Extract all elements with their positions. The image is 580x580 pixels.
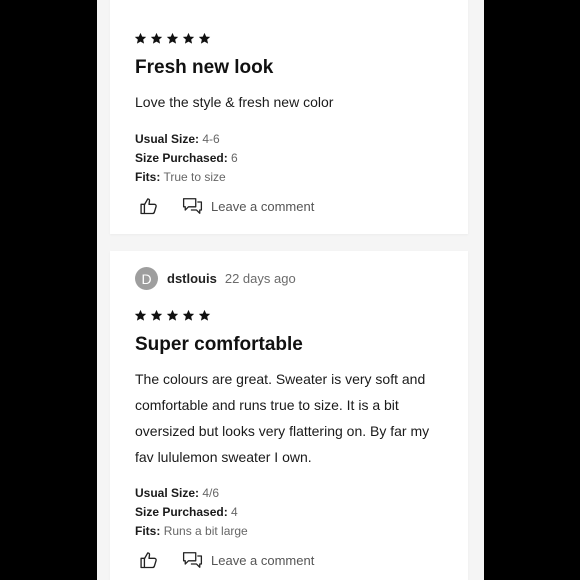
usual-size-row: Usual Size: 4-6 [135, 130, 220, 149]
comment-icon [182, 198, 203, 214]
fits-value: Runs a bit large [163, 524, 248, 538]
thumbs-up-icon [140, 552, 157, 569]
fits-label: Fits: [135, 170, 161, 184]
like-button[interactable] [138, 549, 160, 571]
review-title: Super comfortable [135, 334, 303, 355]
leave-comment-label: Leave a comment [211, 552, 315, 568]
review-actions: Leave a comment [138, 195, 314, 217]
review-actions: Leave a comment [138, 549, 314, 571]
star-icon [134, 309, 147, 321]
review-timestamp: 22 days ago [224, 271, 296, 286]
star-icon [166, 309, 179, 321]
size-purchased-value: 6 [231, 151, 238, 165]
reviews-page: Fresh new look Love the style & fresh ne… [97, 0, 484, 580]
review-title: Fresh new look [135, 57, 274, 78]
reviewer-info: D dstlouis 22 days ago [135, 267, 296, 290]
leave-comment-button[interactable]: Leave a comment [182, 196, 314, 216]
leave-comment-label: Leave a comment [211, 198, 315, 214]
star-rating [134, 32, 211, 45]
fits-row: Fits: Runs a bit large [135, 522, 248, 541]
size-purchased-value: 4 [231, 505, 238, 519]
usual-size-label: Usual Size: [135, 132, 200, 146]
star-icon [198, 32, 211, 44]
star-icon [134, 32, 147, 44]
review-card: D dstlouis 22 days ago Super comfortable… [110, 251, 468, 580]
usual-size-row: Usual Size: 4/6 [135, 484, 219, 503]
review-body: Love the style & fresh new color [135, 94, 334, 110]
star-icon [198, 309, 211, 321]
star-icon [182, 309, 195, 321]
fits-row: Fits: True to size [135, 168, 226, 187]
star-icon [166, 32, 179, 44]
fits-label: Fits: [135, 524, 161, 538]
star-rating [134, 309, 211, 322]
size-purchased-label: Size Purchased: [135, 151, 228, 165]
fits-value: True to size [163, 170, 226, 184]
star-icon [150, 309, 163, 321]
usual-size-value: 4/6 [202, 486, 220, 500]
star-icon [182, 32, 195, 44]
like-button[interactable] [138, 195, 160, 217]
size-purchased-row: Size Purchased: 4 [135, 503, 238, 522]
star-icon [150, 32, 163, 44]
usual-size-value: 4-6 [202, 132, 220, 146]
size-purchased-label: Size Purchased: [135, 505, 228, 519]
usual-size-label: Usual Size: [135, 486, 200, 500]
reviewer-username[interactable]: dstlouis [167, 271, 217, 286]
leave-comment-button[interactable]: Leave a comment [182, 550, 314, 570]
comment-icon [182, 552, 203, 568]
thumbs-up-icon [140, 198, 157, 215]
avatar: D [135, 267, 158, 290]
review-body: The colours are great. Sweater is very s… [135, 371, 430, 465]
size-purchased-row: Size Purchased: 6 [135, 149, 238, 168]
review-card: Fresh new look Love the style & fresh ne… [110, 0, 468, 234]
